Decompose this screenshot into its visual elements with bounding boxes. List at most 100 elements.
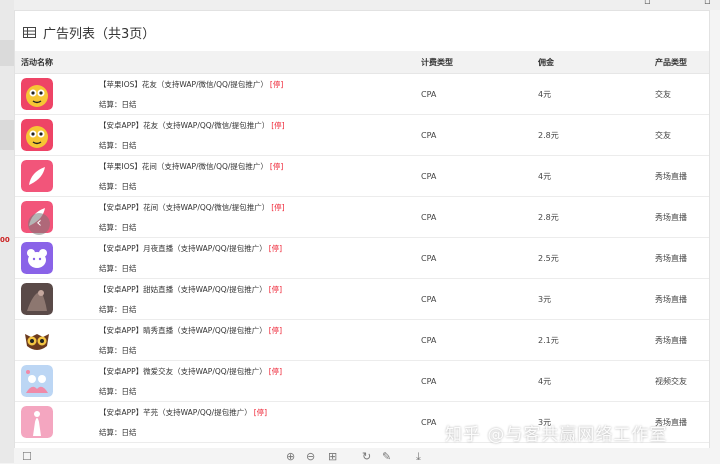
commission-cell: 3元 — [532, 278, 649, 320]
settle-value: 日结 — [121, 304, 137, 314]
owl-yellow-icon — [21, 119, 53, 151]
figure-pink-icon — [21, 406, 53, 438]
activity-cell: 【安卓APP】睛秀直播（支持WAP/QQ/提包推广） [停] 结算：日结 — [15, 319, 415, 361]
feather-pink-icon — [21, 160, 53, 192]
commission-cell: 2.1元 — [532, 319, 649, 361]
rotate-icon[interactable]: ↻ — [362, 450, 371, 463]
activity-name[interactable]: 【苹果IOS】花间（支持WAP/微信/QQ/提包推广） — [99, 162, 268, 171]
commission-cell: 4元 — [532, 155, 649, 197]
activity-name[interactable]: 【安卓APP】芊芫（支持WAP/QQ/提包推广） — [99, 408, 252, 417]
stop-tag: [停] — [253, 407, 268, 417]
left-window-strip: 00 — [0, 0, 14, 463]
activity-cell: 【安卓APP】甜姑直播（支持WAP/QQ/提包推广） [停] 结算：日结 — [15, 278, 415, 320]
stop-tag: [停] — [268, 366, 283, 376]
settle-label: 结算： — [99, 427, 122, 437]
billing-cell: CPA — [415, 237, 532, 279]
panel-header: 广告列表（共3页） — [23, 21, 155, 43]
settle-label: 结算： — [99, 222, 122, 232]
table-row[interactable]: 【安卓APP】花间（支持WAP/QQ/微信/提包推广） [停] 结算：日结 CPA… — [15, 196, 709, 238]
table-row[interactable]: 【安卓APP】月夜直播（支持WAP/QQ/提包推广） [停] 结算：日结 CPA … — [15, 237, 709, 279]
table-row[interactable]: 【苹果IOS】花间（支持WAP/微信/QQ/提包推广） [停] 结算：日结 CPA… — [15, 155, 709, 197]
activity-name[interactable]: 【安卓APP】花友（支持WAP/QQ/微信/提包推广） — [99, 121, 269, 130]
settle-value: 日结 — [121, 386, 137, 396]
product-cell: 秀场直播 — [649, 155, 709, 197]
commission-cell: 2.5元 — [532, 237, 649, 279]
product-cell: 秀场直播 — [649, 278, 709, 320]
bear-purple-icon — [21, 242, 53, 274]
commission-cell: 4元 — [532, 73, 649, 115]
table-row[interactable]: 【苹果IOS】花友（支持WAP/微信/QQ/提包推广） [停] 结算：日结 CPA… — [15, 73, 709, 115]
activity-cell: 【安卓APP】花间（支持WAP/QQ/微信/提包推广） [停] 结算：日结 — [15, 196, 415, 238]
product-cell: 交友 — [649, 114, 709, 156]
table-row[interactable]: 【安卓APP】睛秀直播（支持WAP/QQ/提包推广） [停] 结算：日结 CPA … — [15, 319, 709, 361]
billing-cell: CPA — [415, 319, 532, 361]
activity-name[interactable]: 【安卓APP】甜姑直播（支持WAP/QQ/提包推广） — [99, 285, 267, 294]
activity-name[interactable]: 【苹果IOS】花友（支持WAP/微信/QQ/提包推广） — [99, 80, 268, 89]
left-strip-block — [0, 40, 14, 66]
fit-icon[interactable]: ⊞ — [328, 450, 337, 463]
product-cell: 秀场直播 — [649, 319, 709, 361]
stop-tag: [停] — [269, 79, 284, 89]
billing-cell: CPA — [415, 155, 532, 197]
ad-table: 活动名称 计费类型 佣金 产品类型 【苹果IOS】花友（支持WAP/微信/QQ/… — [15, 51, 709, 443]
edit-icon[interactable]: ✎ — [382, 450, 391, 463]
activity-cell: 【安卓APP】月夜直播（支持WAP/QQ/提包推广） [停] 结算：日结 — [15, 237, 415, 279]
activity-name[interactable]: 【安卓APP】花间（支持WAP/QQ/微信/提包推广） — [99, 203, 269, 212]
product-cell: 交友 — [649, 73, 709, 115]
checkbox-icon[interactable]: ☐ — [22, 450, 32, 463]
commission-cell: 4元 — [532, 360, 649, 402]
settle-value: 日结 — [121, 427, 137, 437]
watermark: 知乎 @与客共赢网络工作室 — [445, 425, 668, 445]
table-row[interactable]: 【安卓APP】花友（支持WAP/QQ/微信/提包推广） [停] 结算：日结 CPA… — [15, 114, 709, 156]
zoom-in-icon[interactable]: ⊕ — [286, 450, 295, 463]
activity-name[interactable]: 【安卓APP】月夜直播（支持WAP/QQ/提包推广） — [99, 244, 267, 253]
header-commission[interactable]: 佣金 — [532, 51, 649, 74]
couple-blue-icon — [21, 365, 53, 397]
stop-tag: [停] — [268, 284, 283, 294]
activity-cell: 【安卓APP】花友（支持WAP/QQ/微信/提包推广） [停] 结算：日结 — [15, 114, 415, 156]
photo-dark-icon — [21, 283, 53, 315]
product-cell: 秀场直播 — [649, 196, 709, 238]
activity-cell: 【苹果IOS】花友（支持WAP/微信/QQ/提包推广） [停] 结算：日结 — [15, 73, 415, 115]
header-product-type[interactable]: 产品类型 — [649, 51, 709, 74]
header-billing-type[interactable]: 计费类型 — [415, 51, 532, 74]
stop-tag: [停] — [271, 202, 285, 212]
owl-yellow-icon — [21, 78, 53, 110]
viewer-toolbar: ☐ ⊕ ⊖ ⊞ ↻ ✎ ⤓ — [14, 448, 720, 463]
commission-cell: 2.8元 — [532, 196, 649, 238]
grid-icon — [23, 26, 36, 38]
stop-tag: [停] — [268, 325, 283, 335]
settle-value: 日结 — [121, 345, 137, 355]
header-activity-name[interactable]: 活动名称 — [15, 51, 415, 74]
minimize-icon[interactable]: ▫ — [644, 0, 651, 7]
owl-eyes-icon — [21, 324, 53, 356]
previous-arrow-icon[interactable]: ‹ — [28, 213, 50, 235]
table-row[interactable]: 【安卓APP】微爱交友（支持WAP/QQ/提包推广） [停] 结算：日结 CPA … — [15, 360, 709, 402]
table-row[interactable]: 【安卓APP】甜姑直播（支持WAP/QQ/提包推广） [停] 结算：日结 CPA … — [15, 278, 709, 320]
activity-cell: 【安卓APP】芊芫（支持WAP/QQ/提包推广） [停] 结算：日结 — [15, 401, 415, 443]
settle-label: 结算： — [99, 345, 122, 355]
activity-name[interactable]: 【安卓APP】微爱交友（支持WAP/QQ/提包推广） — [99, 367, 267, 376]
stop-tag: [停] — [268, 243, 283, 253]
settle-label: 结算： — [99, 386, 122, 396]
commission-cell: 2.8元 — [532, 114, 649, 156]
settle-value: 日结 — [121, 222, 137, 232]
activity-cell: 【安卓APP】微爱交友（支持WAP/QQ/提包推广） [停] 结算：日结 — [15, 360, 415, 402]
zoom-out-icon[interactable]: ⊖ — [306, 450, 315, 463]
settle-value: 日结 — [121, 99, 137, 109]
activity-cell: 【苹果IOS】花间（支持WAP/微信/QQ/提包推广） [停] 结算：日结 — [15, 155, 415, 197]
download-icon[interactable]: ⤓ — [416, 450, 421, 464]
settle-label: 结算： — [99, 181, 122, 191]
billing-cell: CPA — [415, 278, 532, 320]
settle-value: 日结 — [121, 181, 137, 191]
activity-name[interactable]: 【安卓APP】睛秀直播（支持WAP/QQ/提包推广） — [99, 326, 267, 335]
window-top-bar: ▫ ▫ — [14, 0, 720, 10]
settle-label: 结算： — [99, 140, 122, 150]
settle-label: 结算： — [99, 263, 122, 273]
settle-label: 结算： — [99, 99, 122, 109]
stop-tag: [停] — [269, 161, 284, 171]
stop-tag: [停] — [271, 120, 285, 130]
close-icon[interactable]: ▫ — [704, 0, 711, 7]
ad-list-panel: 广告列表（共3页） 活动名称 计费类型 佣金 产品类型 【苹果IOS】花友（支持… — [14, 10, 710, 450]
product-cell: 秀场直播 — [649, 237, 709, 279]
